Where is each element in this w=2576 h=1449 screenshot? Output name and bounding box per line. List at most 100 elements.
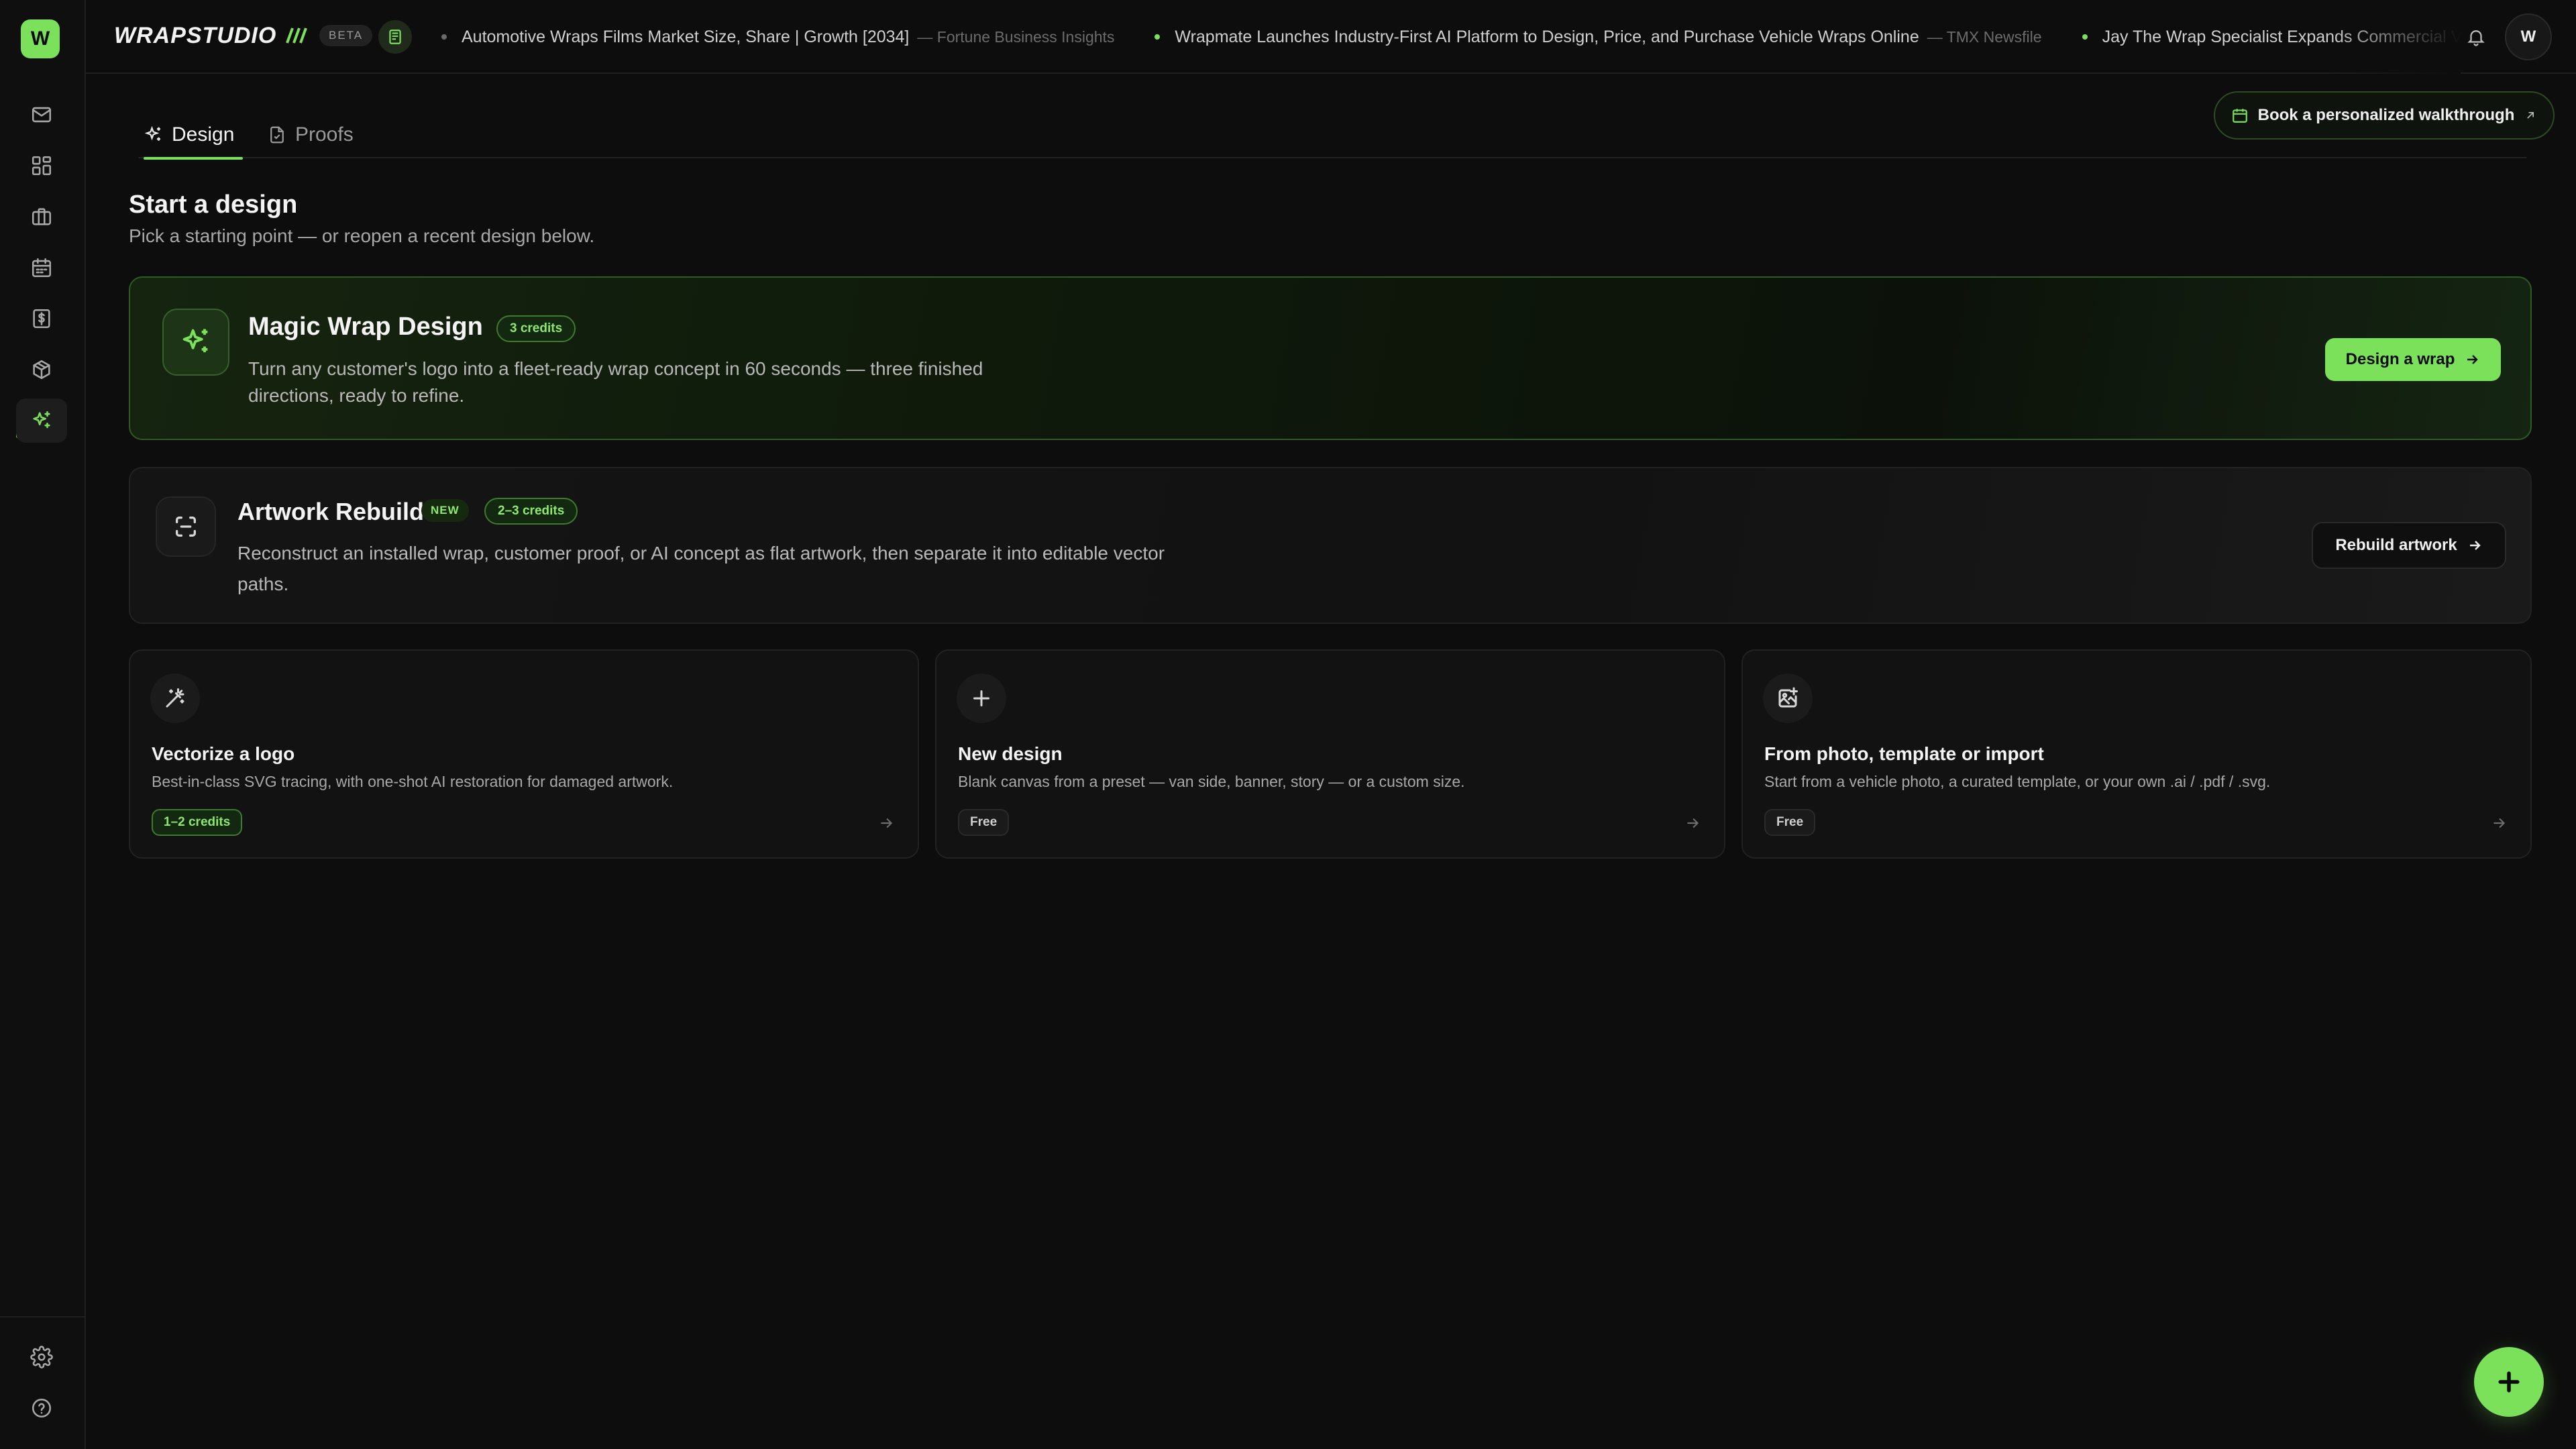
gear-icon bbox=[30, 1346, 53, 1368]
ticker-title: Wrapmate Launches Industry-First AI Plat… bbox=[1175, 27, 1919, 46]
option-icon-tile bbox=[957, 674, 1006, 723]
magic-wrap-card[interactable]: Magic Wrap Design 3 credits Turn any cus… bbox=[129, 276, 2532, 440]
option-title: Vectorize a logo bbox=[152, 743, 295, 764]
ticker-fade bbox=[2326, 0, 2461, 74]
new-badge: NEW bbox=[421, 499, 469, 522]
brand-stripes-icon bbox=[286, 28, 307, 44]
sparkles-icon bbox=[144, 125, 160, 141]
sidebar-item-help[interactable] bbox=[16, 1386, 67, 1430]
option-free-tag: Free bbox=[1764, 809, 1816, 836]
magic-wrap-title: Magic Wrap Design bbox=[248, 313, 483, 341]
dollar-file-icon bbox=[33, 309, 50, 329]
ticker-item[interactable]: Wrapmate Launches Industry-First AI Plat… bbox=[1155, 27, 2042, 47]
create-fab-button[interactable] bbox=[2474, 1347, 2544, 1417]
ticker-dot bbox=[441, 34, 447, 40]
bell-icon bbox=[2467, 30, 2485, 46]
artwork-rebuild-card[interactable]: Artwork Rebuild NEW 2–3 credits Reconstr… bbox=[129, 467, 2532, 624]
arrow-right-icon bbox=[2467, 355, 2479, 364]
image-plus-icon bbox=[1778, 687, 1798, 708]
beta-badge: BETA bbox=[319, 25, 373, 46]
design-a-wrap-button[interactable]: Design a wrap bbox=[2325, 338, 2501, 381]
news-button[interactable] bbox=[378, 20, 412, 54]
app-root: W WRAPSTUDIO BETA Automotive Wraps Films… bbox=[0, 0, 2576, 1449]
sidebar-item-calendar[interactable] bbox=[16, 246, 67, 290]
plus-icon bbox=[2498, 1371, 2520, 1393]
calendar-icon bbox=[32, 258, 52, 278]
top-bar: WRAPSTUDIO BETA Automotive Wraps Films M… bbox=[86, 0, 2576, 74]
arrow-right-icon bbox=[881, 818, 893, 828]
notifications-button[interactable] bbox=[2461, 21, 2491, 52]
app-logo[interactable]: W bbox=[21, 19, 60, 58]
sidebar-item-dashboard[interactable] bbox=[16, 144, 67, 188]
tab-bar: Design Proofs bbox=[138, 111, 2526, 160]
artwork-rebuild-title: Artwork Rebuild bbox=[237, 498, 425, 525]
option-title: From photo, template or import bbox=[1764, 743, 2044, 764]
option-arrow bbox=[2490, 814, 2508, 832]
sidebar-item-jobs[interactable] bbox=[16, 195, 67, 239]
active-tab-underline bbox=[144, 157, 243, 160]
arrow-right-icon bbox=[2493, 818, 2506, 828]
option-title: New design bbox=[958, 743, 1063, 764]
tab-proofs[interactable]: Proofs bbox=[267, 111, 354, 158]
briefcase-icon bbox=[32, 208, 52, 225]
walkthrough-label: Book a personalized walkthrough bbox=[2257, 106, 2515, 124]
new-design-card[interactable]: New design Blank canvas from a preset — … bbox=[935, 649, 1725, 859]
brand-wordmark[interactable]: WRAPSTUDIO bbox=[114, 23, 276, 49]
ticker-dot bbox=[2082, 34, 2088, 40]
option-free-tag: Free bbox=[958, 809, 1010, 836]
book-walkthrough-button[interactable]: Book a personalized walkthrough bbox=[2214, 91, 2555, 140]
main-content: Design Proofs Book a personalized walkth… bbox=[86, 74, 2576, 1449]
sidebar-item-settings[interactable] bbox=[16, 1335, 67, 1379]
plus-icon bbox=[973, 690, 989, 706]
file-check-icon bbox=[270, 126, 284, 144]
sidebar-divider bbox=[0, 1316, 86, 1318]
arrow-right-icon bbox=[2469, 541, 2481, 550]
ticker-source: — Fortune Business Insights bbox=[917, 28, 1115, 46]
news-ticker: Automotive Wraps Films Market Size, Shar… bbox=[441, 0, 2461, 74]
sidebar-item-inbox[interactable] bbox=[16, 93, 67, 137]
ticker-item[interactable]: Automotive Wraps Films Market Size, Shar… bbox=[441, 28, 1114, 47]
box-icon bbox=[33, 360, 50, 380]
artwork-rebuild-icon-tile bbox=[156, 496, 216, 557]
ticker-title: Automotive Wraps Films Market Size, Shar… bbox=[462, 27, 910, 46]
option-icon-tile bbox=[150, 674, 200, 723]
magic-wrap-description: Turn any customer's logo into a fleet-re… bbox=[248, 358, 983, 406]
sidebar-item-design[interactable] bbox=[16, 398, 67, 443]
ticker-source: — TMX Newsfile bbox=[1927, 28, 2042, 46]
mail-icon bbox=[32, 107, 52, 123]
sidebar: W bbox=[0, 0, 86, 1449]
tab-design[interactable]: Design bbox=[144, 111, 243, 160]
magic-wrap-credits-badge: 3 credits bbox=[496, 315, 576, 342]
magic-wrap-icon-tile bbox=[162, 309, 229, 376]
option-icon-tile bbox=[1763, 674, 1813, 723]
sidebar-item-products[interactable] bbox=[16, 347, 67, 392]
rebuild-artwork-label: Rebuild artwork bbox=[2335, 536, 2457, 554]
magic-wand-icon bbox=[166, 688, 184, 708]
external-arrow-icon bbox=[2527, 112, 2534, 119]
ticker-dot bbox=[1155, 34, 1161, 40]
page-subtitle: Pick a starting point — or reopen a rece… bbox=[129, 225, 595, 246]
grid-icon bbox=[32, 156, 52, 176]
sparkles-icon bbox=[182, 329, 208, 353]
option-description: Start from a vehicle photo, a curated te… bbox=[1764, 773, 2271, 790]
tab-label: Proofs bbox=[295, 123, 354, 146]
sidebar-item-billing[interactable] bbox=[16, 297, 67, 341]
newspaper-icon bbox=[389, 30, 401, 44]
arrow-right-icon bbox=[1687, 818, 1699, 828]
option-credits-tag: 1–2 credits bbox=[152, 809, 243, 836]
option-description: Best-in-class SVG tracing, with one-shot… bbox=[152, 773, 674, 790]
from-photo-template-import-card[interactable]: From photo, template or import Start fro… bbox=[1741, 649, 2532, 859]
option-arrow bbox=[877, 814, 895, 832]
user-avatar[interactable]: W bbox=[2505, 13, 2552, 60]
scan-icon bbox=[176, 517, 196, 537]
page-title: Start a design bbox=[129, 191, 298, 219]
rebuild-artwork-button[interactable]: Rebuild artwork bbox=[2312, 522, 2506, 569]
artwork-rebuild-credits-badge: 2–3 credits bbox=[484, 498, 578, 525]
help-circle-icon bbox=[32, 1398, 52, 1418]
tab-label: Design bbox=[172, 123, 235, 146]
sparkles-icon bbox=[33, 411, 50, 429]
option-arrow bbox=[1684, 814, 1701, 832]
option-description: Blank canvas from a preset — van side, b… bbox=[958, 773, 1465, 790]
design-a-wrap-label: Design a wrap bbox=[2345, 350, 2455, 368]
vectorize-logo-card[interactable]: Vectorize a logo Best-in-class SVG traci… bbox=[129, 649, 919, 859]
